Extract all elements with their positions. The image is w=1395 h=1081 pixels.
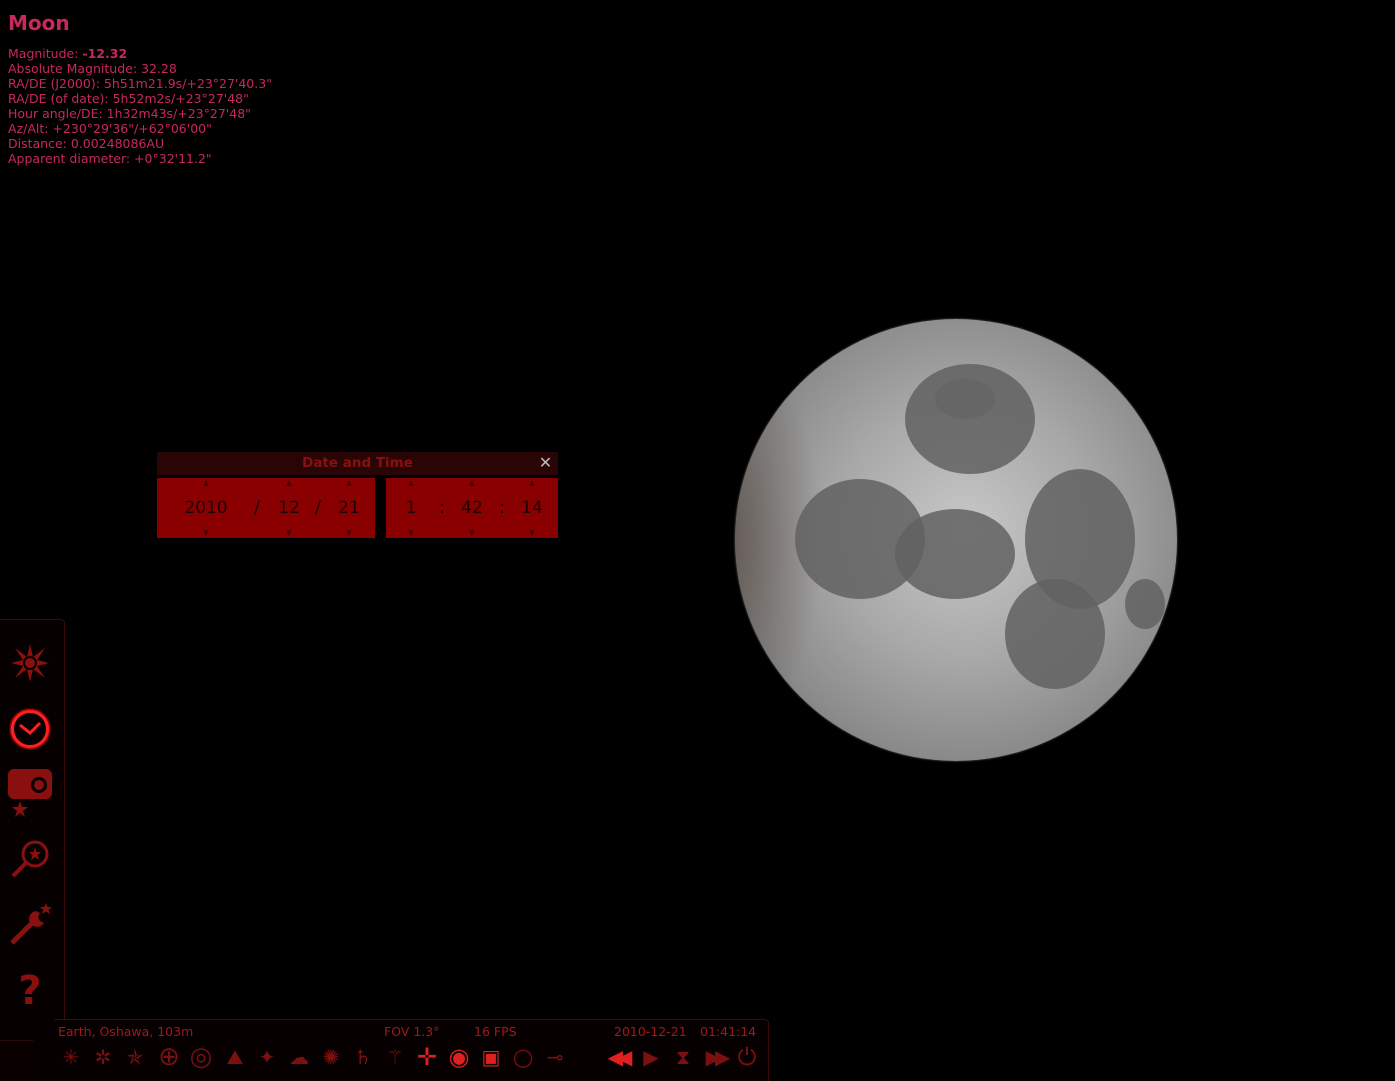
second-down-arrow-icon[interactable]: ▼ [514,528,550,538]
dialog-titlebar[interactable]: Date and Time ✕ [157,452,558,475]
configuration-icon[interactable] [6,900,54,950]
date-separator: / [315,497,322,518]
absolute-magnitude: Absolute Magnitude: 32.28 [8,61,177,76]
apparent-diameter: Apparent diameter: +0°32'11.2" [8,151,212,166]
day-up-arrow-icon[interactable]: ▲ [329,478,369,488]
location-icon[interactable] [6,768,54,818]
distance: Distance: 0.00248086AU [8,136,165,151]
day-value[interactable]: 21 [329,488,369,528]
cardinal-points-icon[interactable]: ✦ [252,1042,282,1072]
month-spinbox[interactable]: ▲ 12 ▼ [269,478,309,538]
minute-up-arrow-icon[interactable]: ▲ [454,478,490,488]
dialog-title: Date and Time [302,455,413,471]
corner-panel [0,1040,34,1081]
increase-time-speed-icon[interactable]: ▶▶ [700,1042,731,1072]
date-separator: / [254,497,261,518]
moon-mare [935,379,995,419]
month-up-arrow-icon[interactable]: ▲ [269,478,309,488]
month-down-arrow-icon[interactable]: ▼ [269,528,309,538]
magnitude-value: -12.32 [82,46,128,61]
full-screen-icon[interactable]: ▣ [476,1042,506,1072]
second-spinbox[interactable]: ▲ 14 ▼ [514,478,550,538]
hour-down-arrow-icon[interactable]: ▼ [394,528,428,538]
minute-down-arrow-icon[interactable]: ▼ [454,528,490,538]
hour-up-arrow-icon[interactable]: ▲ [394,478,428,488]
object-info-panel: Moon Magnitude: -12.32 Absolute Magnitud… [8,10,272,166]
ocular-icon[interactable]: ○ [508,1042,538,1072]
fps-status: 16 FPS [474,1024,517,1039]
location-status[interactable]: Earth, Oshawa, 103m [58,1024,193,1039]
decrease-time-speed-icon[interactable]: ◀◀ [602,1042,633,1072]
minute-spinbox[interactable]: ▲ 42 ▼ [454,478,490,538]
magnitude-label: Magnitude: [8,46,83,61]
time-status[interactable]: 01:41:14 [700,1024,756,1039]
date-status[interactable]: 2010-12-21 [614,1024,687,1039]
constellation-lines-icon[interactable]: ✳ [56,1042,86,1072]
azimuthal-grid-icon[interactable]: ◎ [186,1042,216,1072]
close-icon[interactable]: ✕ [538,455,553,471]
ra-de-j2000: RA/DE (J2000): 5h51m21.9s/+23°27'40.3" [8,76,272,91]
ra-de-of-date: RA/DE (of date): 5h52m2s/+23°27'48" [8,91,249,106]
time-spinbox-group: ▲ 1 ▼ : ▲ 42 ▼ : ▲ 14 ▼ [386,478,558,538]
year-spinbox[interactable]: ▲ 2010 ▼ [171,478,241,538]
constellation-labels-icon[interactable]: ✲ [88,1042,118,1072]
year-down-arrow-icon[interactable]: ▼ [171,528,241,538]
year-up-arrow-icon[interactable]: ▲ [171,478,241,488]
date-time-dialog[interactable]: Date and Time ✕ ▲ 2010 ▼ / ▲ 12 ▼ / ▲ 21… [157,452,558,538]
moon-mare [1125,579,1165,629]
month-value[interactable]: 12 [269,488,309,528]
help-icon[interactable]: ? [6,966,54,1016]
time-separator: : [499,497,506,518]
sky-and-viewing-options-icon[interactable] [6,638,54,688]
date-spinbox-group: ▲ 2010 ▼ / ▲ 12 ▼ / ▲ 21 ▼ [157,478,375,538]
fov-status: FOV 1.3° [384,1024,440,1039]
real-time-speed-icon[interactable]: ▶ [636,1042,666,1072]
quit-icon[interactable]: ⏻ [732,1042,762,1072]
moon-mare [895,509,1015,599]
object-name: Moon [8,11,70,35]
day-spinbox[interactable]: ▲ 21 ▼ [329,478,369,538]
ground-icon[interactable]: ⛰ [220,1042,250,1072]
hour-value[interactable]: 1 [394,488,428,528]
year-value[interactable]: 2010 [171,488,241,528]
magnitude: Magnitude: -12.32 [8,46,272,61]
left-toolbar: ? [0,619,65,1081]
second-value[interactable]: 14 [514,488,550,528]
time-separator: : [439,497,446,518]
equatorial-grid-icon[interactable]: ⊕ [154,1042,184,1072]
minute-value[interactable]: 42 [454,488,490,528]
current-time-icon[interactable]: ⧗ [668,1042,698,1072]
date-time-icon[interactable] [6,704,54,754]
second-up-arrow-icon[interactable]: ▲ [514,478,550,488]
night-mode-icon[interactable]: ◉ [444,1042,474,1072]
planet-labels-icon[interactable]: ♄ [348,1042,378,1072]
center-on-object-icon[interactable]: ✛ [412,1042,442,1072]
az-alt: Az/Alt: +230°29'36"/+62°06'00" [8,121,212,136]
bottom-toolbar: Earth, Oshawa, 103m FOV 1.3° 16 FPS 2010… [54,1019,769,1081]
constellation-art-icon[interactable]: ✯ [120,1042,150,1072]
nebulae-icon[interactable]: ✺ [316,1042,346,1072]
hour-spinbox[interactable]: ▲ 1 ▼ [394,478,428,538]
hour-angle: Hour angle/DE: 1h32m43s/+23°27'48" [8,106,251,121]
atmosphere-icon[interactable]: ☁ [284,1042,314,1072]
moon-image[interactable] [735,319,1177,761]
day-down-arrow-icon[interactable]: ▼ [329,528,369,538]
satellites-icon[interactable]: ⊸ [540,1042,570,1072]
equatorial-mount-icon[interactable]: ⚚ [380,1042,410,1072]
moon-mare [1005,579,1105,689]
search-icon[interactable] [6,834,54,884]
